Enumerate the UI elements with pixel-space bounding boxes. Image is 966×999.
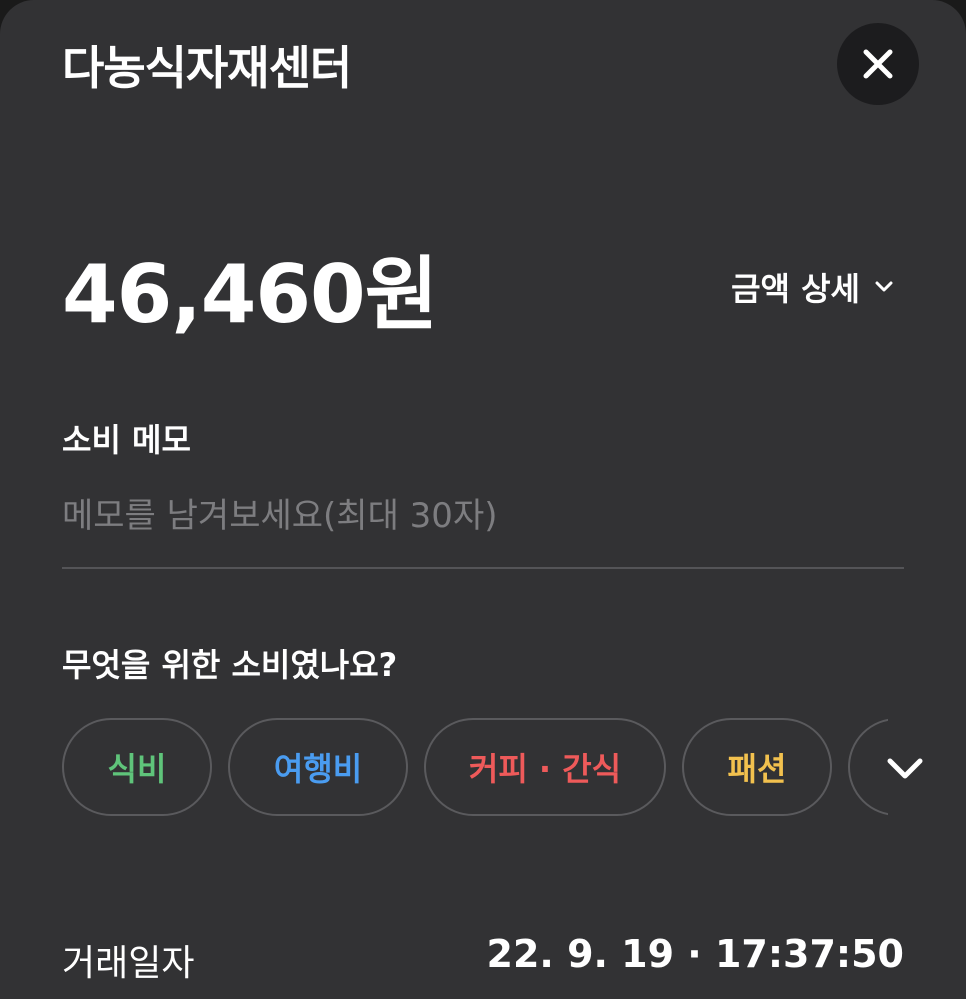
category-chip-label: 식비 — [107, 750, 167, 788]
category-question: 무엇을 위한 소비였나요? — [62, 646, 398, 684]
memo-label: 소비 메모 — [62, 421, 191, 459]
chevron-down-icon — [887, 758, 923, 779]
memo-input[interactable] — [62, 488, 904, 544]
category-chip-coffee-snack[interactable]: 커피 · 간식 — [424, 718, 666, 816]
category-chip-fashion[interactable]: 패션 — [682, 718, 832, 816]
amount-detail-button[interactable]: 금액 상세 — [731, 264, 894, 310]
category-chip-list: 식비 여행비 커피 · 간식 패션 — [62, 718, 966, 820]
amount-detail-label: 금액 상세 — [731, 270, 860, 308]
category-chip-label: 커피 · 간식 — [468, 750, 622, 788]
category-chip-food[interactable]: 식비 — [62, 718, 212, 816]
memo-divider — [62, 567, 904, 569]
close-button[interactable] — [837, 23, 919, 105]
category-chip-label: 여행비 — [273, 750, 363, 788]
category-chip-label: 패션 — [727, 750, 787, 788]
chevron-down-icon — [875, 281, 893, 292]
transaction-amount: 46,460원 — [62, 248, 438, 341]
merchant-name: 다농식자재센터 — [62, 41, 352, 95]
category-chip-travel[interactable]: 여행비 — [228, 718, 408, 816]
transaction-date-label: 거래일자 — [62, 943, 195, 984]
more-categories-button[interactable] — [848, 718, 966, 820]
transaction-detail-sheet: 다농식자재센터 46,460원 금액 상세 소비 메모 무엇을 위한 소비였나요… — [0, 0, 966, 999]
close-icon — [863, 49, 893, 79]
transaction-date-value: 22. 9. 19 · 17:37:50 — [486, 932, 904, 976]
